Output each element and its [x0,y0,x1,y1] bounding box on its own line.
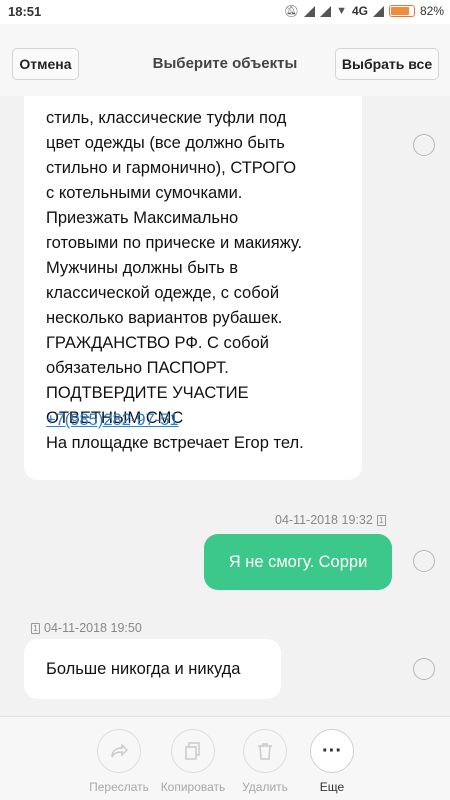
forward-button[interactable]: Переслать [79,729,159,794]
phone-link[interactable]: +7(985)282-97-51 [46,411,179,430]
select-checkbox[interactable] [413,658,435,680]
mute-icon: 🔕︎ [283,4,300,18]
message-text: стиль, классические туфли под цвет одежд… [46,109,304,452]
signal-icon [304,5,316,17]
more-button[interactable]: ··· Еще [292,729,372,794]
select-checkbox[interactable] [413,550,435,572]
message-list: стиль, классические туфли под цвет одежд… [0,96,450,716]
more-icon: ··· [310,729,354,773]
forward-icon [97,729,141,773]
status-icons: 🔕︎ ▼ 4G 82% [284,4,444,18]
network-type: 4G [351,4,368,18]
selection-header: Отмена Выберите объекты Выбрать все [0,24,450,96]
select-all-button[interactable]: Выбрать все [335,48,439,80]
bottom-toolbar: Переслать Копировать Удалить ··· Еще [0,716,450,800]
select-checkbox[interactable] [413,134,435,156]
timestamp-text: 04-11-2018 19:50 [44,621,142,635]
copy-icon [171,729,215,773]
signal-icon [320,5,332,17]
incoming-message-bubble[interactable]: Больше никогда и никуда [24,639,281,699]
forward-label: Переслать [89,780,149,794]
battery-percent: 82% [419,4,444,18]
status-bar: 18:51 🔕︎ ▼ 4G 82% [0,0,450,24]
status-time: 18:51 [8,4,42,19]
more-label: Еще [319,780,345,794]
signal-icon [372,5,384,17]
message-timestamp: 1 04-11-2018 19:50 [31,621,142,635]
message-text: Больше никогда и никуда [46,659,241,678]
sim-icon: 1 [376,514,386,526]
sim-icon: 1 [31,622,40,634]
copy-label: Копировать [160,780,226,794]
message-text: Я не смогу. Сорри [228,552,368,571]
outgoing-message-bubble[interactable]: Я не смогу. Сорри [204,534,392,590]
timestamp-text: 04-11-2018 19:32 [275,513,373,527]
battery-icon [388,5,415,17]
incoming-message-bubble[interactable]: стиль, классические туфли под цвет одежд… [24,96,362,480]
wifi-icon: ▼ [336,5,347,17]
message-timestamp: 04-11-2018 19:32 1 [275,513,386,527]
trash-icon [243,729,287,773]
copy-button[interactable]: Копировать [153,729,233,794]
